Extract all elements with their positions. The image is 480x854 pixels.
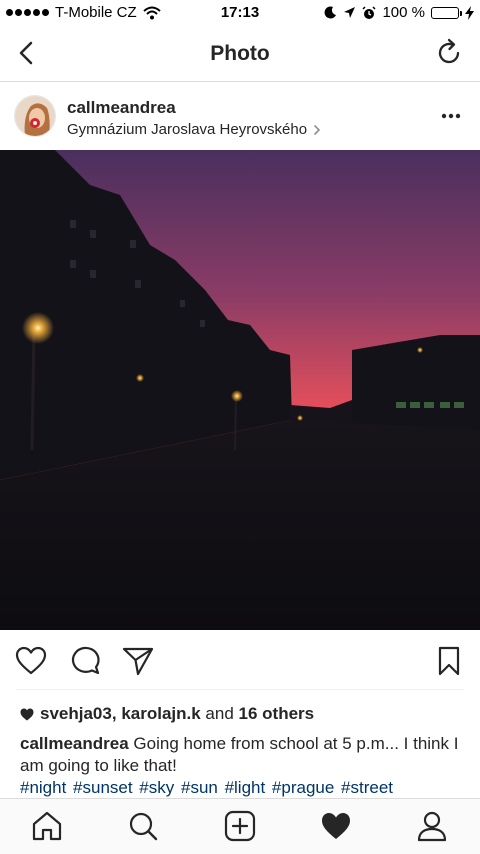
- tab-search[interactable]: [126, 809, 160, 843]
- refresh-icon: [438, 38, 460, 64]
- tab-add-post[interactable]: [223, 809, 257, 843]
- liker-username[interactable]: svehja03: [40, 704, 112, 723]
- battery-percent: 100 %: [382, 4, 425, 21]
- likes-separator: ,: [111, 704, 117, 723]
- like-button[interactable]: [14, 644, 48, 678]
- navigation-bar: Photo: [0, 26, 480, 82]
- profile-icon: [417, 811, 447, 842]
- caption-username[interactable]: callmeandrea: [20, 734, 129, 753]
- divider: [16, 689, 464, 690]
- post-location[interactable]: Gymnázium Jaroslava Heyrovského: [67, 121, 321, 138]
- activity-heart-icon: [322, 813, 350, 839]
- refresh-button[interactable]: [434, 38, 464, 68]
- liker-username[interactable]: karolajn.k: [121, 704, 200, 723]
- bookmark-icon: [438, 646, 460, 676]
- home-icon: [32, 811, 62, 841]
- comment-icon: [71, 646, 100, 675]
- moon-icon: [325, 6, 337, 19]
- more-horizontal-icon: [441, 113, 461, 119]
- tab-activity[interactable]: [319, 809, 353, 843]
- alarm-icon: [362, 5, 376, 19]
- caption-hashtags[interactable]: #night #sunset #sky #sun #light #prague …: [20, 777, 460, 799]
- comment-button[interactable]: [67, 644, 101, 678]
- post-username[interactable]: callmeandrea: [67, 98, 176, 118]
- location-arrow-icon: [344, 7, 356, 18]
- status-bar: T-Mobile CZ 17:13 100 %: [0, 0, 480, 26]
- post-caption: callmeandrea Going home from school at 5…: [20, 733, 460, 799]
- avatar-photo: [15, 96, 55, 136]
- post-photo[interactable]: [0, 150, 480, 630]
- heart-filled-icon: [20, 708, 34, 720]
- tab-home[interactable]: [30, 809, 64, 843]
- likes-summary[interactable]: svehja03, karolajn.k and 16 others: [20, 704, 314, 724]
- page-title: Photo: [210, 42, 270, 65]
- post-actions: [0, 630, 480, 690]
- share-button[interactable]: [121, 644, 155, 678]
- chevron-right-icon: [314, 124, 321, 135]
- post-header: callmeandrea Gymnázium Jaroslava Heyrovs…: [0, 82, 480, 150]
- likes-and: and: [205, 704, 234, 723]
- location-label: Gymnázium Jaroslava Heyrovského: [67, 121, 308, 138]
- save-button[interactable]: [432, 644, 466, 678]
- heart-outline-icon: [15, 646, 47, 675]
- more-options-button[interactable]: [436, 106, 466, 126]
- charging-bolt-icon: [465, 5, 474, 20]
- battery-icon: [431, 6, 462, 19]
- likes-others[interactable]: 16 others: [239, 704, 315, 723]
- search-icon: [129, 812, 158, 841]
- avatar[interactable]: [14, 95, 56, 137]
- tab-bar: [0, 798, 480, 854]
- direct-share-icon: [122, 647, 154, 676]
- add-post-icon: [224, 810, 256, 842]
- tab-profile[interactable]: [415, 809, 449, 843]
- sunset-street-photo: [0, 150, 480, 630]
